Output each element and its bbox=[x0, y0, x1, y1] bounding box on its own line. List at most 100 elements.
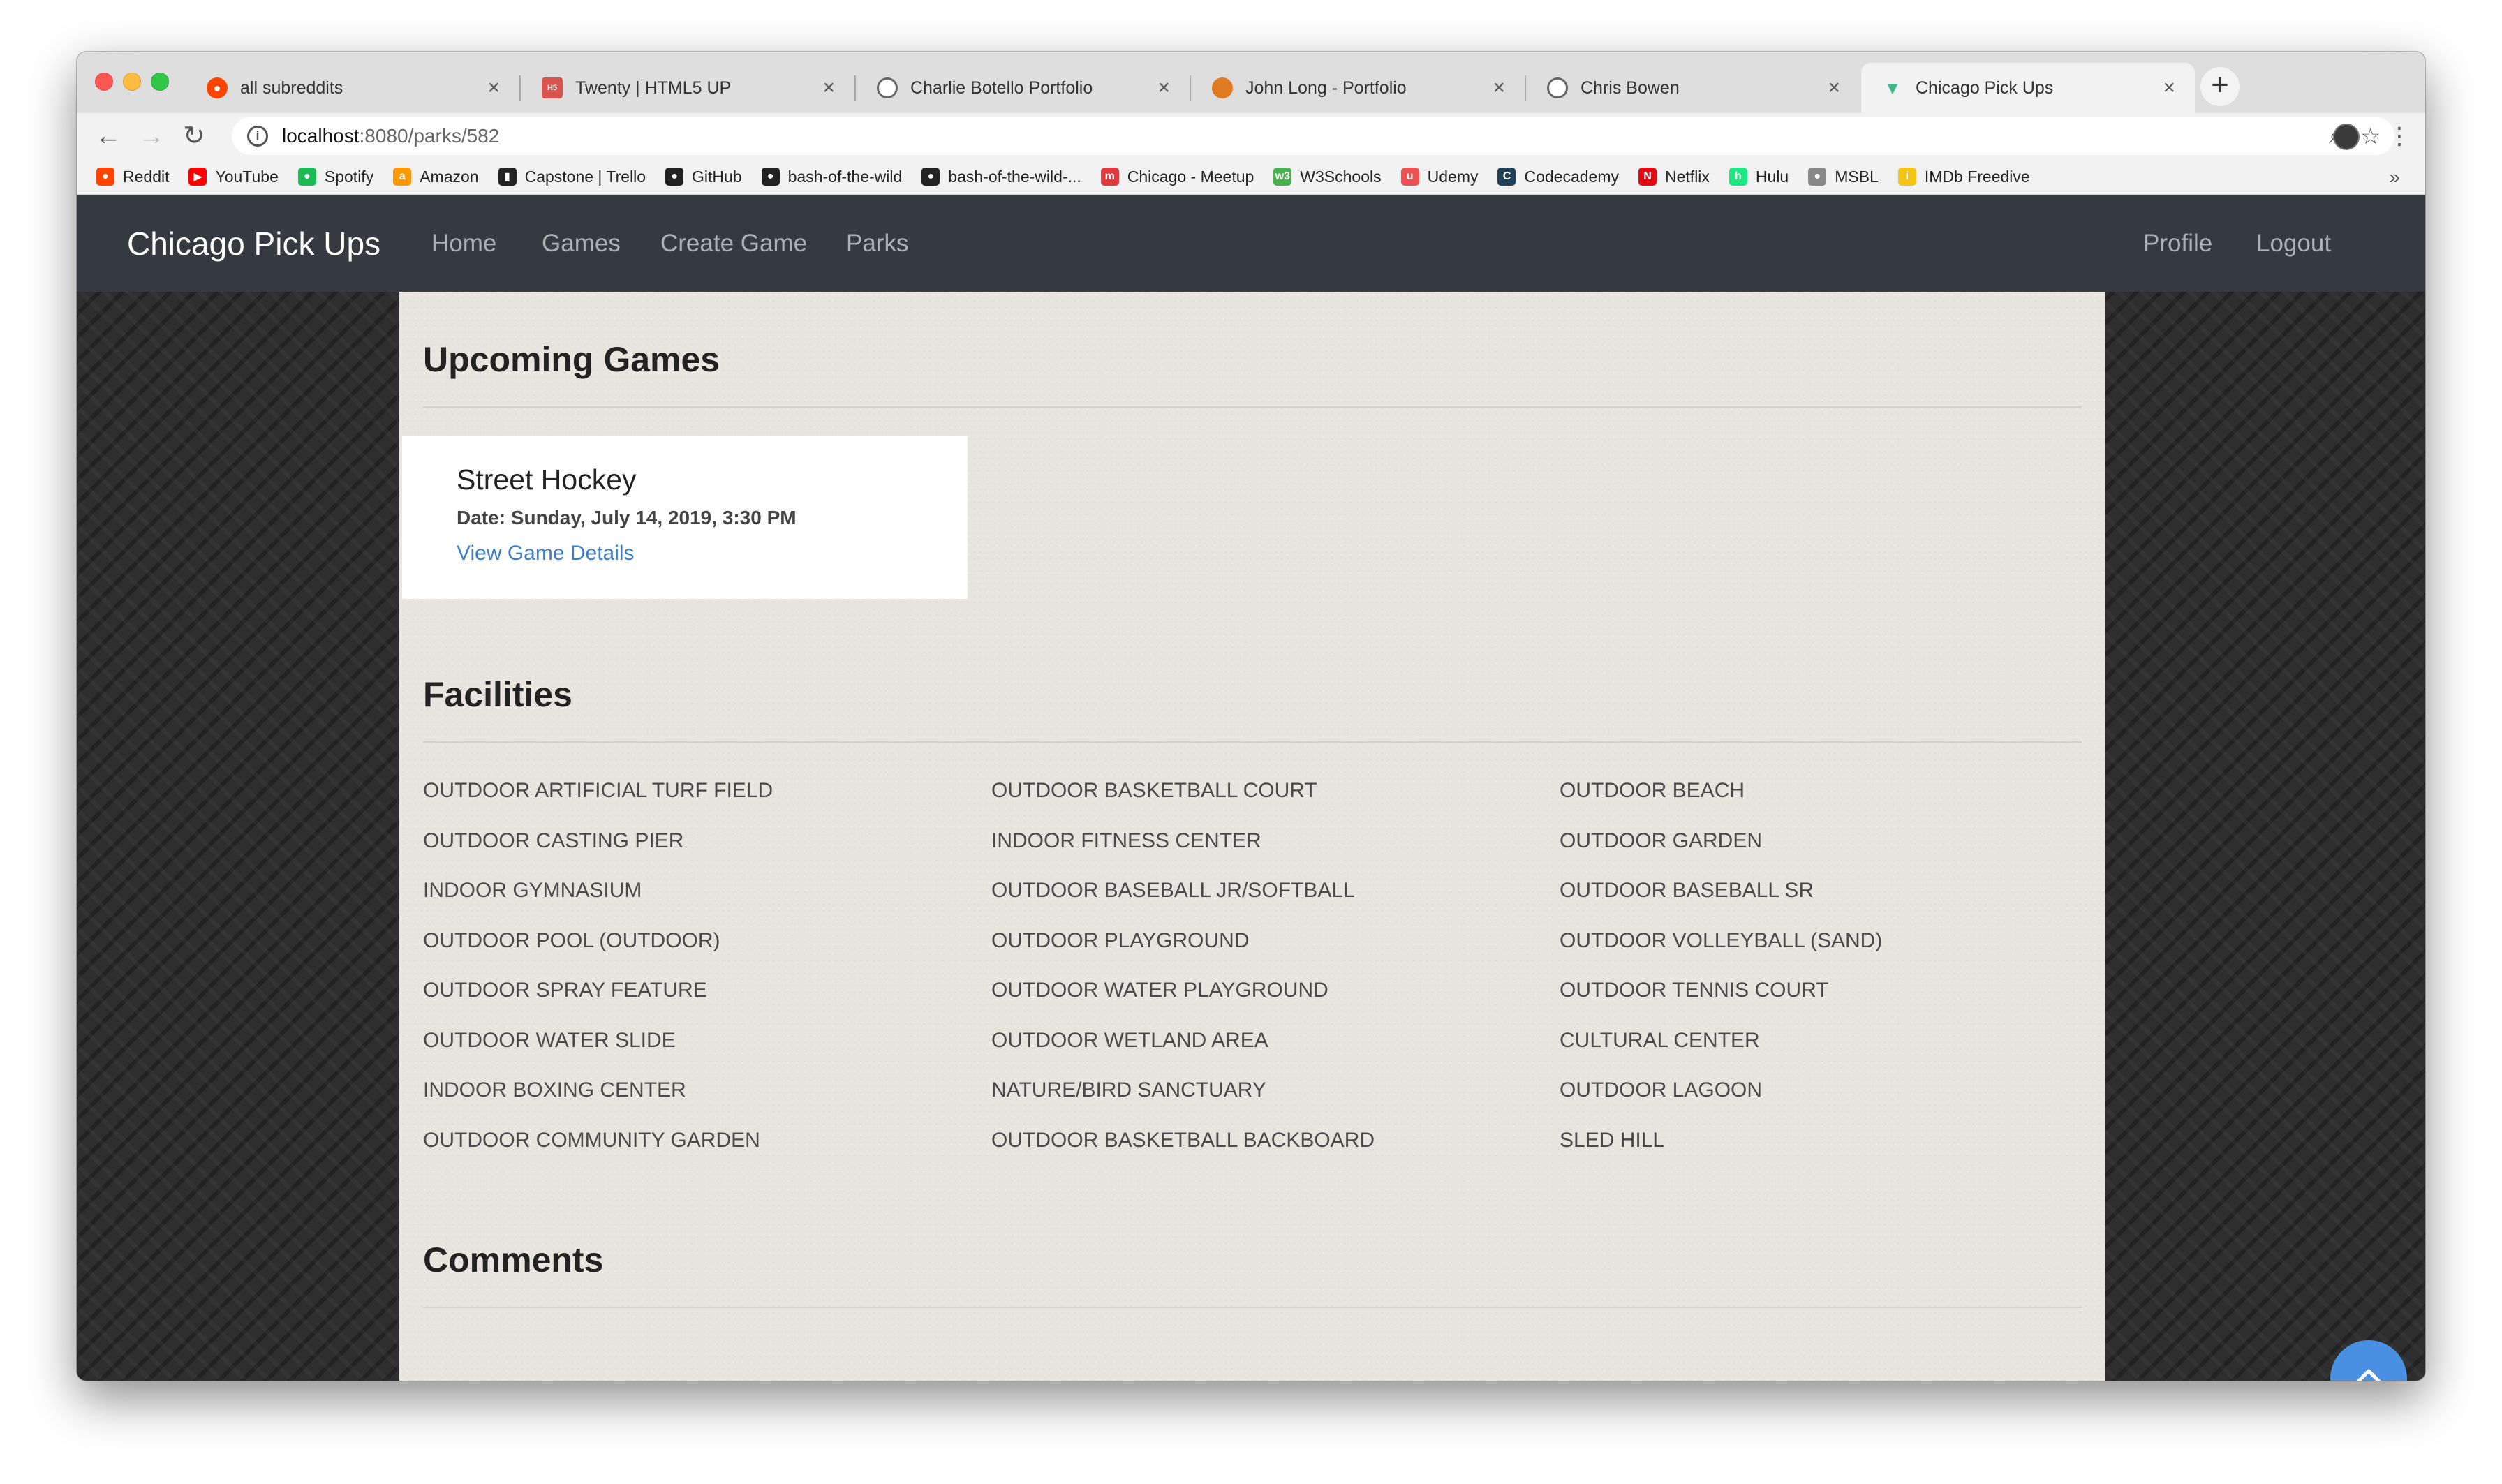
tab-john-long[interactable]: John Long - Portfolio × bbox=[1191, 63, 1525, 113]
bookmark-item[interactable]: u Udemy bbox=[1400, 168, 1478, 186]
facility-item: OUTDOOR BASEBALL JR/SOFTBALL bbox=[991, 879, 1355, 902]
comments-heading: Comments bbox=[423, 1240, 604, 1279]
reload-icon[interactable]: ↻ bbox=[183, 120, 205, 152]
site-brand[interactable]: Chicago Pick Ups bbox=[127, 195, 380, 292]
divider bbox=[423, 741, 2082, 743]
bookmark-item[interactable]: w3 W3Schools bbox=[1273, 168, 1382, 186]
bookmark-label: Amazon bbox=[420, 167, 479, 186]
bookmark-label: YouTube bbox=[215, 167, 279, 186]
menu-dots-icon[interactable]: ⋮ bbox=[2388, 120, 2411, 152]
close-icon[interactable]: × bbox=[1493, 76, 1505, 100]
trello-icon: ▮ bbox=[498, 168, 517, 186]
bookmark-label: GitHub bbox=[692, 167, 742, 186]
close-icon[interactable]: × bbox=[1157, 76, 1170, 100]
bookmark-item[interactable]: a Amazon bbox=[393, 167, 479, 186]
tab-strip: ● all subreddits × H5 Twenty | HTML5 UP … bbox=[77, 52, 2425, 113]
close-icon[interactable]: × bbox=[2163, 76, 2175, 100]
site-navbar: Chicago Pick Ups Home Games Create Game … bbox=[77, 195, 2425, 292]
udemy-icon: u bbox=[1400, 168, 1419, 186]
w3schools-icon: w3 bbox=[1273, 168, 1292, 186]
bookmark-item[interactable]: ● bash-of-the-wild-... bbox=[921, 168, 1081, 186]
new-tab-button[interactable]: + bbox=[2200, 67, 2240, 106]
divider bbox=[423, 406, 2082, 408]
html5up-icon: H5 bbox=[542, 77, 563, 98]
bookmark-label: bash-of-the-wild-... bbox=[948, 167, 1081, 186]
imdb-icon: i bbox=[1897, 168, 1916, 186]
hulu-icon: h bbox=[1729, 168, 1747, 186]
reddit-icon: ● bbox=[207, 77, 228, 98]
game-card: Street Hockey Date: Sunday, July 14, 201… bbox=[402, 436, 968, 599]
nav-logout[interactable]: Logout bbox=[2256, 195, 2331, 292]
close-window-button[interactable] bbox=[95, 73, 113, 91]
bookmark-label: Hulu bbox=[1755, 167, 1789, 186]
nav-games[interactable]: Games bbox=[542, 195, 621, 292]
facility-item: OUTDOOR POOL (OUTDOOR) bbox=[423, 928, 720, 952]
nav-parks[interactable]: Parks bbox=[846, 195, 908, 292]
address-bar[interactable]: i localhost:8080/parks/582 ⌕ ☆ bbox=[232, 117, 2394, 155]
bookmark-item[interactable]: ● GitHub bbox=[665, 168, 742, 186]
profile-avatar[interactable] bbox=[2333, 124, 2360, 150]
minimize-window-button[interactable] bbox=[123, 73, 141, 91]
bookmark-item[interactable]: C Codecademy bbox=[1497, 168, 1619, 186]
back-arrow-icon[interactable]: ← bbox=[95, 120, 121, 152]
bookmark-item[interactable]: i IMDb Freedive bbox=[1897, 167, 2030, 186]
bookmark-item[interactable]: ● Reddit bbox=[96, 168, 169, 186]
divider bbox=[423, 1307, 2082, 1308]
bookmark-item[interactable]: ● MSBL bbox=[1808, 168, 1879, 186]
bookmarks-more-icon[interactable]: » bbox=[2389, 166, 2400, 188]
netflix-icon: N bbox=[1638, 168, 1657, 186]
facility-item: OUTDOOR COMMUNITY GARDEN bbox=[423, 1128, 760, 1152]
nav-home[interactable]: Home bbox=[431, 195, 496, 292]
bookmark-label: Chicago - Meetup bbox=[1127, 167, 1254, 186]
facility-item: OUTDOOR GARDEN bbox=[1560, 829, 1763, 852]
codecademy-icon: C bbox=[1497, 168, 1516, 186]
facility-item: OUTDOOR WETLAND AREA bbox=[991, 1028, 1268, 1052]
bookmark-item[interactable]: ● bash-of-the-wild bbox=[761, 167, 903, 186]
facility-item: OUTDOOR ARTIFICIAL TURF FIELD bbox=[423, 779, 773, 802]
bookmark-label: IMDb Freedive bbox=[1924, 167, 2030, 186]
tab-chicago-pick-ups[interactable]: ▼ Chicago Pick Ups × bbox=[1861, 63, 2195, 113]
tab-title: Charlie Botello Portfolio bbox=[910, 77, 1093, 98]
bookmark-item[interactable]: N Netflix bbox=[1638, 168, 1710, 186]
star-icon[interactable]: ☆ bbox=[2360, 117, 2381, 155]
url-path: :8080/parks/582 bbox=[359, 125, 500, 147]
forward-arrow-icon[interactable]: → bbox=[138, 120, 165, 152]
park-content: Upcoming Games Street Hockey Date: Sunda… bbox=[399, 292, 2105, 1381]
facility-item: OUTDOOR BEACH bbox=[1560, 779, 1745, 802]
bookmark-item[interactable]: m Chicago - Meetup bbox=[1100, 167, 1254, 186]
tab-charlie-botello[interactable]: Charlie Botello Portfolio × bbox=[856, 63, 1190, 113]
bookmark-item[interactable]: h Hulu bbox=[1729, 168, 1789, 186]
tab-chris-bowen[interactable]: Chris Bowen × bbox=[1526, 63, 1860, 113]
facility-item: INDOOR BOXING CENTER bbox=[423, 1078, 686, 1101]
bookmark-item[interactable]: ▮ Capstone | Trello bbox=[498, 168, 646, 186]
bookmark-label: Reddit bbox=[123, 167, 170, 186]
tab-reddit[interactable]: ● all subreddits × bbox=[186, 63, 519, 113]
spotify-icon: ● bbox=[297, 168, 316, 186]
browser-window: ● all subreddits × H5 Twenty | HTML5 UP … bbox=[77, 52, 2425, 1381]
maximize-window-button[interactable] bbox=[151, 73, 169, 91]
browser-toolbar: ← → ↻ i localhost:8080/parks/582 ⌕ ☆ ⋮ bbox=[77, 113, 2425, 159]
vue-icon: ▼ bbox=[1883, 77, 1902, 98]
view-game-details-link[interactable]: View Game Details bbox=[457, 542, 635, 565]
bookmark-label: MSBL bbox=[1835, 167, 1879, 186]
amazon-icon: a bbox=[393, 168, 412, 186]
facility-item: OUTDOOR SPRAY FEATURE bbox=[423, 979, 707, 1002]
facility-item: OUTDOOR WATER SLIDE bbox=[423, 1028, 676, 1052]
close-icon[interactable]: × bbox=[487, 76, 500, 100]
bookmark-item[interactable]: ▶ YouTube bbox=[188, 167, 279, 186]
info-icon[interactable]: i bbox=[247, 126, 268, 147]
reddit-icon: ● bbox=[96, 168, 114, 186]
tab-twenty[interactable]: H5 Twenty | HTML5 UP × bbox=[521, 63, 854, 113]
close-icon[interactable]: × bbox=[822, 76, 835, 100]
scroll-to-top-button[interactable] bbox=[2330, 1340, 2407, 1381]
nav-profile[interactable]: Profile bbox=[2143, 195, 2212, 292]
github-icon: ● bbox=[921, 168, 940, 186]
bookmarks-bar: ● Reddit ▶ YouTube ● Spotify a Amazon ▮ Capstone … bbox=[77, 159, 2425, 195]
game-title: Street Hockey bbox=[457, 463, 637, 496]
bookmark-item[interactable]: ● Spotify bbox=[297, 168, 373, 186]
tab-title: John Long - Portfolio bbox=[1245, 77, 1407, 98]
nav-create-game[interactable]: Create Game bbox=[660, 195, 807, 292]
game-date: Date: Sunday, July 14, 2019, 3:30 PM bbox=[457, 507, 797, 528]
bookmark-label: bash-of-the-wild bbox=[787, 167, 903, 186]
close-icon[interactable]: × bbox=[1828, 76, 1840, 100]
